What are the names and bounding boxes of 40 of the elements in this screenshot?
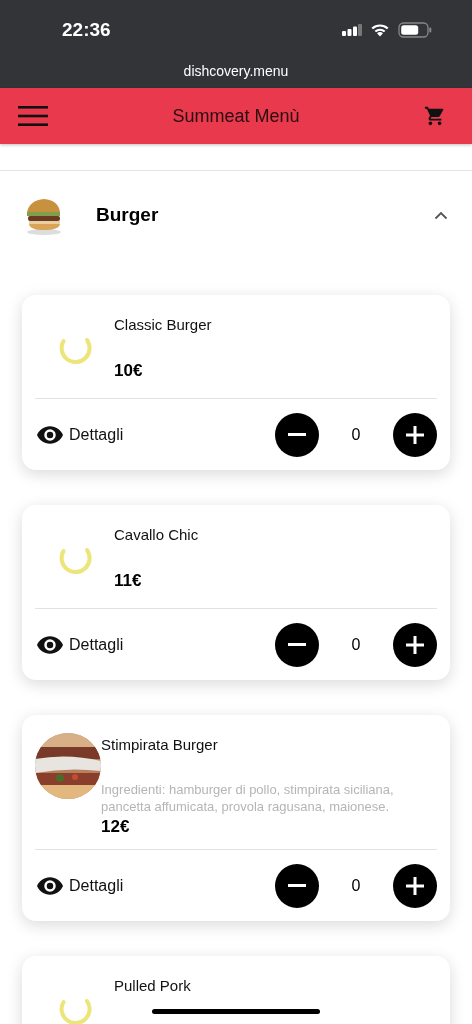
- dish-name: Pulled Pork: [114, 977, 191, 994]
- category-header[interactable]: Burger: [0, 171, 472, 237]
- plus-button[interactable]: [393, 412, 437, 457]
- dish-name: Classic Burger: [114, 316, 212, 333]
- dish-name: Cavallo Chic: [114, 526, 199, 543]
- app-title: Summeat Menù: [172, 105, 300, 127]
- menu-icon[interactable]: [18, 106, 48, 126]
- cart-icon[interactable]: [424, 105, 446, 127]
- quantity-value: 0: [350, 876, 362, 895]
- dish-price: 10€: [114, 361, 144, 381]
- plus-icon: [406, 876, 424, 895]
- minus-button[interactable]: [275, 622, 319, 667]
- eye-icon: [37, 635, 63, 654]
- chevron-up-icon[interactable]: [434, 210, 448, 220]
- eye-icon: [37, 425, 63, 444]
- clock-time: 22:36: [62, 19, 111, 41]
- dish-description: Ingredienti: hamburger di pollo, stimpirata siciliana, pancetta affumicata, provola ragusana, maionese.: [101, 781, 395, 815]
- plus-icon: [406, 635, 424, 654]
- dish-price: 11€: [114, 571, 143, 591]
- details-button[interactable]: Dettagli: [35, 876, 124, 895]
- wifi-icon: [370, 23, 390, 37]
- plus-icon: [406, 425, 424, 444]
- dish-name: Stimpirata Burger: [101, 736, 219, 753]
- details-button[interactable]: Dettagli: [35, 425, 124, 444]
- minus-icon: [288, 643, 306, 646]
- minus-button[interactable]: [275, 412, 319, 457]
- eye-icon: [37, 876, 63, 895]
- minus-icon: [288, 884, 306, 887]
- category-title: Burger: [96, 204, 160, 226]
- details-button[interactable]: Dettagli: [35, 635, 124, 654]
- quantity-value: 0: [350, 425, 362, 444]
- battery-icon: [398, 22, 432, 38]
- minus-icon: [288, 433, 306, 436]
- plus-button[interactable]: [393, 622, 437, 667]
- url-text[interactable]: dishcovery.menu: [183, 63, 289, 79]
- minus-button[interactable]: [275, 863, 319, 908]
- plus-button[interactable]: [393, 863, 437, 908]
- quantity-value: 0: [350, 635, 362, 654]
- dish-price: 12€: [101, 817, 131, 837]
- signal-icon: [342, 24, 362, 36]
